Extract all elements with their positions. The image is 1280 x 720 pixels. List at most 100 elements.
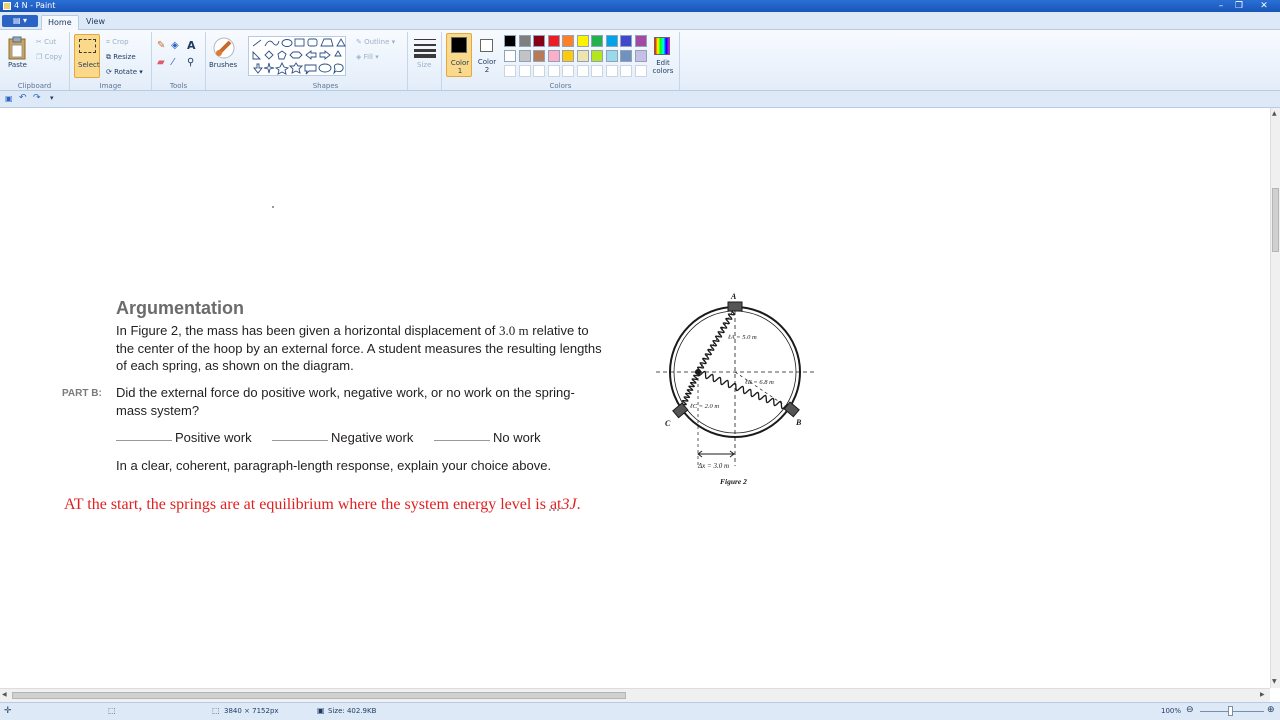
copy-button[interactable]: ❐ Copy <box>36 53 62 61</box>
scroll-right-icon[interactable]: ▶ <box>1260 691 1265 698</box>
length-a: ℓA = 5.0 m <box>727 334 757 341</box>
blank-line-2 <box>272 429 328 441</box>
palette-swatch-1-1[interactable] <box>518 35 531 47</box>
shapes-gallery[interactable] <box>248 36 346 76</box>
scroll-up-icon[interactable]: ▲ <box>1272 110 1277 117</box>
palette-swatch-3-4[interactable] <box>562 65 574 77</box>
window-title: 4 N - Paint <box>14 1 56 10</box>
palette-swatch-1-6[interactable] <box>591 35 603 47</box>
palette-swatch-3-1[interactable] <box>518 65 531 77</box>
outline-button[interactable]: ✎ Outline ▾ <box>356 38 395 46</box>
zoom-out-icon[interactable]: ⊖ <box>1186 705 1194 715</box>
magnifier-icon[interactable]: ⚲ <box>187 57 194 68</box>
palette-swatch-2-3[interactable] <box>547 50 560 62</box>
rotate-icon: ⟳ <box>106 68 115 76</box>
rotate-button[interactable]: ⟳ Rotate ▾ <box>106 68 143 76</box>
paste-button[interactable]: Paste <box>8 61 27 69</box>
brush-icon[interactable] <box>212 36 236 60</box>
palette-swatch-2-4[interactable] <box>562 50 574 62</box>
palette-swatch-1-7[interactable] <box>605 35 618 47</box>
paste-icon[interactable] <box>7 36 27 60</box>
palette-swatch-1-4[interactable] <box>562 35 574 47</box>
color2-button[interactable]: Color 2 <box>475 33 499 77</box>
select-button[interactable]: Select <box>74 34 100 78</box>
resize-button[interactable]: ⧉ Resize <box>106 53 136 62</box>
edit-colors-button[interactable]: Edit colors <box>650 34 676 78</box>
copy-icon: ❐ <box>36 53 45 61</box>
size-button[interactable]: Size <box>417 61 431 69</box>
clipboard-group: Paste ✂ Cut ❐ Copy Clipboard <box>0 32 70 90</box>
palette-swatch-2-0[interactable] <box>504 50 516 62</box>
question-line-1: Did the external force do positive work,… <box>116 385 575 400</box>
palette-swatch-2-7[interactable] <box>605 50 618 62</box>
shapes-group-label: Shapes <box>312 82 339 90</box>
length-b: ℓB = 6.8 m <box>744 379 774 386</box>
palette-swatch-3-5[interactable] <box>576 65 589 77</box>
palette-swatch-1-5[interactable] <box>576 35 589 47</box>
palette-swatch-2-2[interactable] <box>533 50 545 62</box>
resize-label: Resize <box>113 53 136 61</box>
customize-qat-icon[interactable]: ▾ <box>50 94 54 102</box>
palette-swatch-3-8[interactable] <box>620 65 632 77</box>
palette-swatch-2-6[interactable] <box>591 50 603 62</box>
palette-swatch-3-3[interactable] <box>547 65 560 77</box>
palette-swatch-3-0[interactable] <box>504 65 516 77</box>
horizontal-scrollbar[interactable]: ◀ ▶ <box>0 688 1270 702</box>
zoom-in-icon[interactable]: ⊕ <box>1267 705 1275 715</box>
tab-view[interactable]: View <box>80 15 111 30</box>
eraser-icon[interactable]: ▰ <box>157 57 165 68</box>
pencil-icon[interactable]: ✎ <box>157 40 165 51</box>
color-picker-icon[interactable]: ⁄ <box>172 57 174 68</box>
cut-button[interactable]: ✂ Cut <box>36 38 56 46</box>
scroll-down-icon[interactable]: ▼ <box>1272 678 1277 685</box>
palette-swatch-2-5[interactable] <box>576 50 589 62</box>
zoom-level: 100% <box>1161 707 1182 715</box>
palette-swatch-1-0[interactable] <box>504 35 516 47</box>
color1-button[interactable]: Color 1 <box>446 33 472 77</box>
close-button[interactable]: ✕ <box>1252 0 1276 12</box>
zoom-slider-thumb[interactable] <box>1228 706 1233 716</box>
size-icon[interactable] <box>414 38 436 58</box>
select-icon <box>79 39 96 53</box>
drawing-canvas[interactable]: Argumentation In Figure 2, the mass has … <box>0 108 1270 688</box>
title-bar: 4 N - Paint – ❐ ✕ <box>0 0 1280 12</box>
minimize-button[interactable]: – <box>1212 0 1230 12</box>
redo-icon[interactable]: ↷ <box>33 93 41 103</box>
restore-button[interactable]: ❐ <box>1230 0 1248 12</box>
brushes-button[interactable]: Brushes <box>209 61 237 69</box>
scroll-left-icon[interactable]: ◀ <box>2 691 7 698</box>
palette-swatch-2-9[interactable] <box>634 50 647 62</box>
canvas-size-icon: ⬚ <box>212 706 220 715</box>
crop-button[interactable]: ⌗ Crop <box>106 38 129 47</box>
palette-swatch-1-9[interactable] <box>634 35 647 47</box>
crop-label: Crop <box>112 38 129 46</box>
save-icon[interactable]: ▣ <box>5 94 13 103</box>
palette-swatch-2-1[interactable] <box>518 50 531 62</box>
option-positive-work: Positive work <box>175 430 252 445</box>
horizontal-scroll-thumb[interactable] <box>12 692 626 699</box>
palette-swatch-3-2[interactable] <box>533 65 545 77</box>
palette-swatch-1-2[interactable] <box>533 35 545 47</box>
cursor-position-icon: ✛ <box>4 706 12 716</box>
text-icon[interactable]: A <box>187 39 196 52</box>
select-label: Select <box>78 61 100 69</box>
tab-home[interactable]: Home <box>41 15 79 30</box>
palette-swatch-1-3[interactable] <box>547 35 560 47</box>
palette-swatch-3-9[interactable] <box>634 65 647 77</box>
vertical-scroll-thumb[interactable] <box>1272 188 1279 252</box>
figure-caption: Figure 2 <box>720 477 747 486</box>
paint-menu-button[interactable]: ▤ ▾ <box>2 15 38 27</box>
fill-button[interactable]: ◈ Fill ▾ <box>356 53 379 61</box>
palette-swatch-3-7[interactable] <box>605 65 618 77</box>
palette-swatch-2-8[interactable] <box>620 50 632 62</box>
tools-group: ✎ ◈ A ▰ ⁄ ⚲ Tools <box>152 32 206 90</box>
file-size: Size: 402.9KB <box>328 707 377 715</box>
palette-swatch-3-6[interactable] <box>591 65 603 77</box>
vertical-scrollbar[interactable]: ▲ ▼ <box>1270 108 1280 688</box>
fill-icon[interactable]: ◈ <box>171 40 179 51</box>
paragraph-text-start: In Figure 2, the mass has been given a h… <box>116 323 496 338</box>
undo-icon[interactable]: ↶ <box>19 93 27 103</box>
figure-2-diagram: A B C ℓA = 5.0 m ℓB = 6.8 m ℓC = 2.0 m Δ… <box>656 292 815 486</box>
canvas-dot <box>272 206 274 208</box>
palette-swatch-1-8[interactable] <box>620 35 632 47</box>
